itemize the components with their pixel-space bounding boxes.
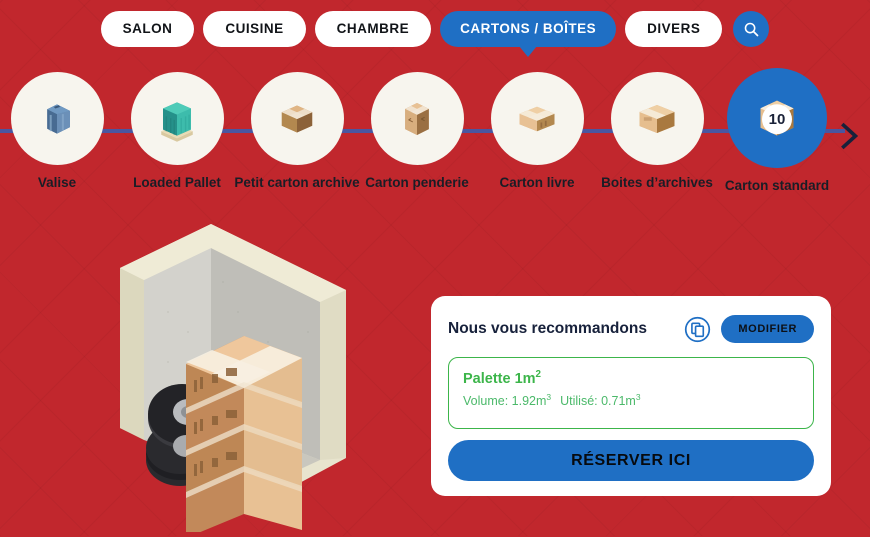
tab-cuisine[interactable]: CUISINE [203,11,306,47]
recommendation-result[interactable]: Palette 1m2 Volume: 1.92m3 Utilisé: 0.71m… [448,357,814,429]
carousel-item-carton-livre[interactable]: Carton livre [477,72,597,191]
carousel-item-carton-penderie[interactable]: Carton penderie [357,72,477,191]
carousel-item-valise[interactable]: Valise [0,72,117,191]
carousel-next-button[interactable] [832,116,866,156]
carousel-item-carton-standard[interactable]: 10 Carton standard [717,68,837,194]
carousel-items: Valise Loaded Pallet Petit carton archiv… [0,68,870,222]
carousel-item-boites-archives[interactable]: Boites d’archives [597,72,717,191]
carousel-item-circle [10,72,104,165]
suitcase-icon [47,103,70,134]
category-tabbar: SALON CUISINE CHAMBRE CARTONS / BOÎTES D… [0,11,870,47]
wardrobe-box-icon [405,102,429,135]
recommendation-card: Nous vous recommandons MODIFIER Palette … [431,296,831,496]
carousel-item-label: Carton standard [724,178,830,193]
result-used-superscript: 3 [635,391,641,402]
carousel-item-label: Valise [37,175,77,190]
search-button[interactable] [733,11,770,47]
carousel-item-circle-selected: 10 [727,68,827,168]
quantity-badge: 10 [762,104,792,135]
tab-salon[interactable]: SALON [100,11,195,47]
result-name-superscript: 2 [535,369,542,380]
card-header: Nous vous recommandons MODIFIER [448,312,814,346]
carousel-item-petit-carton-archive[interactable]: Petit carton archive [234,72,360,191]
result-used: Utilisé: 0.71m [560,393,636,408]
copy-icon [684,316,711,342]
wrapped-pallet-icon [161,101,193,142]
small-archive-box-icon [281,105,313,132]
archive-box-icon [639,104,675,133]
carousel-item-circle [130,72,224,165]
carousel-item-label: Carton penderie [365,175,469,190]
carousel-item-circle [370,72,464,165]
storage-unit-svg [120,224,346,537]
book-box-icon [519,106,555,131]
card-header-actions: MODIFIER [683,315,814,343]
result-name: Palette 1m2 [463,369,799,387]
carousel-item-label: Carton livre [499,175,575,190]
chevron-right-icon [841,122,859,150]
modify-button-label: MODIFIER [738,323,797,335]
tab-salon-label: SALON [122,21,173,36]
tab-divers[interactable]: DIVERS [625,11,723,47]
carousel-item-label: Loaded Pallet [133,175,221,190]
reserve-button-label: RÉSERVER ICI [571,452,691,469]
item-carousel: Valise Loaded Pallet Petit carton archiv… [0,68,870,222]
reserve-button[interactable]: RÉSERVER ICI [448,440,814,481]
result-volume-superscript: 3 [546,391,552,402]
tab-chambre[interactable]: CHAMBRE [314,11,432,47]
modify-button[interactable]: MODIFIER [721,315,814,343]
tab-chambre-label: CHAMBRE [336,21,410,36]
search-icon [744,22,759,36]
carousel-item-label: Petit carton archive [234,175,360,190]
result-meta: Volume: 1.92m3 Utilisé: 0.71m3 [463,392,799,408]
carousel-item-circle [250,72,344,165]
result-name-text: Palette 1m [463,370,536,387]
carousel-item-circle [490,72,584,165]
carousel-item-label: Boites d’archives [601,175,713,190]
tab-cartons-boites[interactable]: CARTONS / BOÎTES [440,11,617,47]
storage-unit-illustration [108,222,358,537]
box-stack-illustration [186,336,302,537]
card-title: Nous vous recommandons [448,320,647,337]
carousel-item-loaded-pallet[interactable]: Loaded Pallet [117,72,237,191]
copy-button[interactable] [683,315,711,343]
tab-cartons-boites-label: CARTONS / BOÎTES [460,21,597,36]
carousel-item-circle [610,72,704,165]
result-volume: Volume: 1.92m [463,393,547,408]
tab-divers-label: DIVERS [647,21,701,36]
tab-cuisine-label: CUISINE [225,21,284,36]
